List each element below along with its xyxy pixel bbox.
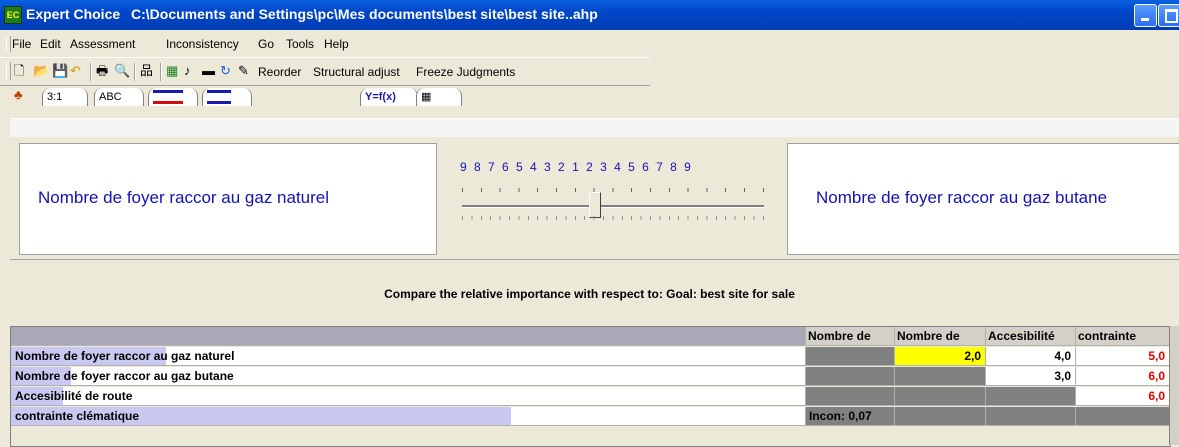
judgment-cell[interactable]: 6,0 [1076, 367, 1170, 386]
tab-formula[interactable]: Y=f(x) [360, 88, 418, 106]
scale-ticks-bottom [462, 216, 764, 220]
maximize-button[interactable] [1158, 4, 1179, 27]
table-row: Nombre de foyer raccor au gaz butane 3,0… [11, 367, 1170, 387]
table-row: Accesibilité de route 6,0 [11, 387, 1170, 407]
vertical-scrollbar[interactable] [1169, 326, 1179, 445]
matrix-corner [11, 327, 806, 346]
tab-numerical[interactable]: 3:1 [42, 88, 88, 106]
tab-grid[interactable]: ▦ [416, 88, 462, 106]
judgment-cell[interactable]: 6,0 [1076, 387, 1170, 406]
toolbar: 🗋 📂 💾 ↶ 🖶 🔍 品 ▦ ♪ ▬ ↻ ✎ Reorder Structur… [0, 57, 650, 86]
file-path: C:\Documents and Settings\pc\Mes documen… [131, 6, 598, 22]
row-label-cell[interactable]: Nombre de foyer raccor au gaz butane [11, 367, 806, 386]
toolbar-separator [134, 63, 136, 81]
grid-icon: ▦ [421, 91, 432, 103]
diagonal-cell [806, 347, 895, 366]
model-icon[interactable]: ♣ [14, 87, 23, 103]
undo-icon[interactable]: ↶ [70, 63, 81, 79]
tab-verbal-label: ABC [99, 91, 122, 103]
menu-help[interactable]: Help [324, 37, 349, 51]
title-bar: EC Expert Choice C:\Documents and Settin… [0, 0, 1179, 30]
column-header[interactable]: contrainte [1076, 327, 1170, 346]
right-element-label: Nombre de foyer raccor au gaz butane [816, 188, 1108, 207]
questionnaire-lines-icon [207, 90, 231, 105]
wand-icon[interactable]: ✎ [238, 63, 249, 79]
comparison-scale: 9 8 7 6 5 4 3 2 1 2 3 4 5 6 7 8 9 [460, 160, 691, 174]
app-icon[interactable]: EC [4, 6, 22, 24]
open-folder-icon[interactable]: 📂 [33, 63, 49, 79]
print-preview-icon[interactable]: 🔍 [114, 63, 130, 79]
lower-triangle-cell [986, 407, 1076, 426]
menu-inconsistency[interactable]: Inconsistency [166, 37, 239, 51]
panel-header-strip [10, 118, 1179, 137]
diagonal-cell [1076, 407, 1170, 426]
table-row: Nombre de foyer raccor au gaz naturel 2,… [11, 347, 1170, 367]
lower-triangle-cell [895, 387, 986, 406]
diagonal-cell [895, 367, 986, 386]
section-divider [10, 259, 1179, 260]
reorder-button[interactable]: Reorder [258, 65, 301, 79]
lower-triangle-cell [895, 407, 986, 426]
column-header[interactable]: Accesibilité [986, 327, 1076, 346]
table-row: contrainte clématique Incon: 0,07 [11, 407, 1170, 427]
toolbar-separator [90, 63, 92, 81]
judgment-cell[interactable]: 4,0 [986, 347, 1076, 366]
judgment-cell[interactable]: 5,0 [1076, 347, 1170, 366]
new-file-icon[interactable]: 🗋 [14, 63, 24, 79]
row-label-cell[interactable]: Accesibilité de route [11, 387, 806, 406]
lower-triangle-cell [806, 367, 895, 386]
menu-go[interactable]: Go [258, 37, 274, 51]
calculator-icon[interactable]: ▦ [166, 63, 178, 79]
comparison-slider-thumb[interactable] [589, 192, 601, 218]
comparison-slider-track[interactable] [462, 205, 764, 208]
comparison-instruction: Compare the relative importance with res… [384, 287, 795, 301]
row-label: contrainte clématique [15, 409, 140, 423]
diagonal-cell [986, 387, 1076, 406]
tab-numerical-label: 3:1 [47, 91, 63, 103]
menu-file[interactable]: File [12, 37, 31, 51]
left-element-box[interactable]: Nombre de foyer raccor au gaz naturel [19, 143, 437, 255]
tab-formula-label: Y=f(x) [365, 91, 396, 103]
refresh-icon[interactable]: ↻ [220, 63, 231, 79]
inconsistency-ratio: Incon: 0,07 [806, 407, 895, 426]
row-label-cell[interactable]: Nombre de foyer raccor au gaz naturel [11, 347, 806, 366]
print-icon[interactable]: 🖶 [96, 63, 108, 79]
mode-tabs: ♣ 3:1 ABC Y=f(x) ▦ [0, 86, 1179, 108]
matrix-header-row: Nombre de Nombre de Accesibilité contrai… [11, 327, 1170, 347]
tab-questionnaire[interactable] [202, 88, 252, 106]
toolbar-grip [6, 62, 11, 80]
right-element-box[interactable]: Nombre de foyer raccor au gaz butane [787, 143, 1179, 255]
judgment-cell[interactable]: 2,0 [895, 347, 986, 366]
hierarchy-icon[interactable]: 品 [140, 63, 153, 79]
column-header[interactable]: Nombre de [895, 327, 986, 346]
tab-verbal[interactable]: ABC [94, 88, 144, 106]
menu-grip [6, 36, 11, 52]
row-label-cell[interactable]: contrainte clématique [11, 407, 806, 426]
row-label: Accesibilité de route [15, 389, 133, 403]
judgment-cell[interactable]: 3,0 [986, 367, 1076, 386]
column-header[interactable]: Nombre de [806, 327, 895, 346]
judgment-matrix: Nombre de Nombre de Accesibilité contrai… [10, 326, 1171, 447]
freeze-judgments-button[interactable]: Freeze Judgments [416, 65, 515, 79]
left-element-label: Nombre de foyer raccor au gaz naturel [38, 188, 330, 207]
menu-assessment[interactable]: Assessment [70, 37, 135, 51]
graphical-bars-icon [153, 90, 183, 105]
structural-adjust-button[interactable]: Structural adjust [313, 65, 400, 79]
scale-ticks-top [462, 188, 764, 192]
minimize-button[interactable] [1134, 4, 1157, 27]
lower-triangle-cell [806, 387, 895, 406]
menu-edit[interactable]: Edit [40, 37, 61, 51]
menu-bar: File Edit Assessment Inconsistency Go To… [0, 33, 1179, 55]
tab-graphical[interactable] [148, 88, 198, 106]
row-label: Nombre de foyer raccor au gaz butane [15, 369, 234, 383]
monitor-icon[interactable]: ▬ [202, 63, 215, 79]
app-title: Expert Choice [26, 6, 121, 22]
row-label: Nombre de foyer raccor au gaz naturel [15, 349, 235, 363]
music-note-icon[interactable]: ♪ [184, 63, 191, 79]
menu-tools[interactable]: Tools [286, 37, 314, 51]
toolbar-separator [160, 63, 162, 81]
save-icon[interactable]: 💾 [52, 63, 68, 79]
